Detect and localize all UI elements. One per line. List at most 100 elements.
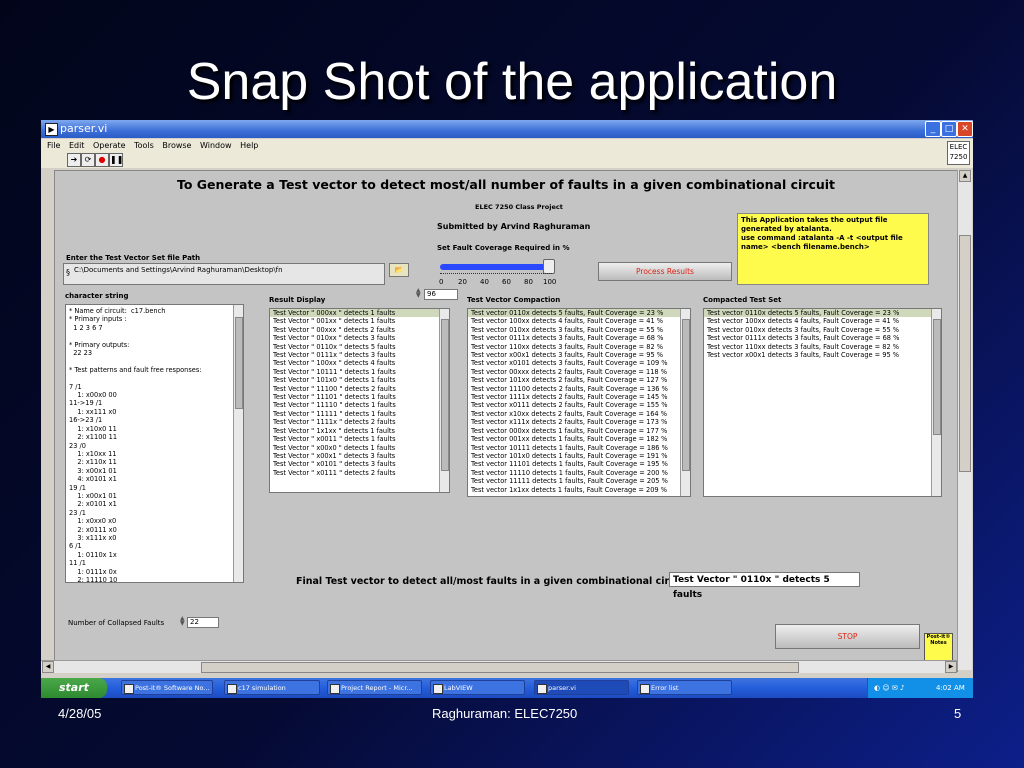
list-item[interactable]: Test vector x10xx detects 2 faults, Faul… xyxy=(468,410,690,418)
list-item[interactable]: Test Vector " 100xx " detects 4 faults xyxy=(270,359,449,367)
scroll-thumb[interactable] xyxy=(235,317,243,409)
list-item[interactable]: Test vector 0111x detects 3 faults, Faul… xyxy=(704,334,941,342)
task-error-list[interactable]: Error list xyxy=(637,680,732,695)
list-item[interactable]: Test vector 101x0 detects 1 faults, Faul… xyxy=(468,452,690,460)
menu-window[interactable]: Window xyxy=(200,141,232,150)
character-string-scrollbar[interactable] xyxy=(233,305,243,582)
list-item[interactable]: Test Vector " 101x0 " detects 1 faults xyxy=(270,376,449,384)
list-item[interactable]: Test Vector " x00x1 " detects 3 faults xyxy=(270,452,449,460)
close-button[interactable]: ✕ xyxy=(957,121,973,137)
coverage-input[interactable]: 96 xyxy=(424,289,458,300)
menu-tools[interactable]: Tools xyxy=(134,141,154,150)
list-item[interactable]: Test vector 100xx detects 4 faults, Faul… xyxy=(704,317,941,325)
list-item[interactable]: Test vector 100xx detects 4 faults, Faul… xyxy=(468,317,690,325)
browse-folder-button[interactable]: 📂 xyxy=(389,263,409,277)
list-item[interactable]: Test Vector " 1111x " detects 2 faults xyxy=(270,418,449,426)
scroll-right-icon[interactable]: ▶ xyxy=(945,661,957,673)
window-horizontal-scrollbar[interactable]: ◀ ▶ xyxy=(41,660,957,673)
compacted-test-set-list[interactable]: Test vector 0110x detects 5 faults, Faul… xyxy=(703,308,942,497)
list-item[interactable]: Test vector 11111 detects 1 faults, Faul… xyxy=(468,477,690,485)
list-item[interactable]: Test vector 1111x detects 2 faults, Faul… xyxy=(468,393,690,401)
list-item[interactable]: Test Vector " x0111 " detects 2 faults xyxy=(270,469,449,477)
list-item[interactable]: Test vector 11101 detects 1 faults, Faul… xyxy=(468,460,690,468)
abort-icon[interactable]: ● xyxy=(95,153,109,167)
list-item[interactable]: Test Vector " 001xx " detects 1 faults xyxy=(270,317,449,325)
scroll-left-icon[interactable]: ◀ xyxy=(42,661,54,673)
run-arrow-icon[interactable]: ➔ xyxy=(67,153,81,167)
list-item[interactable]: Test vector 00xxx detects 2 faults, Faul… xyxy=(468,368,690,376)
list-item[interactable]: Test Vector " 010xx " detects 3 faults xyxy=(270,334,449,342)
window-vertical-scrollbar[interactable]: ▲ xyxy=(957,170,972,670)
list-item[interactable]: Test vector x0101 detects 3 faults, Faul… xyxy=(468,359,690,367)
start-button[interactable]: start xyxy=(41,678,107,698)
task-c17-simulation[interactable]: c17 simulation xyxy=(224,680,320,695)
list-item[interactable]: Test Vector " 1x1xx " detects 1 faults xyxy=(270,427,449,435)
list-item[interactable]: Test vector 110xx detects 3 faults, Faul… xyxy=(704,343,941,351)
list-item[interactable]: Test vector x00x1 detects 3 faults, Faul… xyxy=(704,351,941,359)
task-parser-vi[interactable]: parser.vi xyxy=(534,680,629,695)
list-item[interactable]: Test vector 0111x detects 3 faults, Faul… xyxy=(468,334,690,342)
list-item[interactable]: Test Vector " 0111x " detects 3 faults xyxy=(270,351,449,359)
scroll-thumb[interactable] xyxy=(201,662,799,673)
path-input[interactable]: § C:\Documents and Settings\Arvind Raghu… xyxy=(63,263,385,285)
scroll-thumb[interactable] xyxy=(441,319,449,471)
fault-coverage-slider[interactable] xyxy=(440,264,552,270)
list-item[interactable]: Test vector 0110x detects 5 faults, Faul… xyxy=(704,309,941,318)
menu-browse[interactable]: Browse xyxy=(162,141,191,150)
list-item[interactable]: Test vector x111x detects 2 faults, Faul… xyxy=(468,418,690,426)
scroll-thumb[interactable] xyxy=(959,235,971,472)
task-labview[interactable]: LabVIEW xyxy=(430,680,525,695)
list-item[interactable]: Test Vector " 000xx " detects 1 faults xyxy=(270,309,449,318)
list-item[interactable]: Test vector x00x1 detects 3 faults, Faul… xyxy=(468,351,690,359)
maximize-button[interactable]: □ xyxy=(941,121,957,137)
list-item[interactable]: Test vector x0111 detects 2 faults, Faul… xyxy=(468,401,690,409)
list-item[interactable]: Test Vector " 11111 " detects 1 faults xyxy=(270,410,449,418)
run-continuous-icon[interactable]: ⟳ xyxy=(81,153,95,167)
task-project-report[interactable]: Project Report - Micr... xyxy=(327,680,422,695)
scroll-thumb[interactable] xyxy=(682,319,690,471)
list-item[interactable]: Test Vector " x0101 " detects 3 faults xyxy=(270,460,449,468)
stop-button[interactable]: STOP xyxy=(775,624,920,649)
list-item[interactable]: Test vector 000xx detects 1 faults, Faul… xyxy=(468,427,690,435)
list-item[interactable]: Test vector 11100 detects 2 faults, Faul… xyxy=(468,385,690,393)
list-item[interactable]: Test vector 1x1xx detects 1 faults, Faul… xyxy=(468,486,690,494)
list-item[interactable]: Test vector 010xx detects 3 faults, Faul… xyxy=(704,326,941,334)
scroll-up-icon[interactable]: ▲ xyxy=(959,170,971,182)
list-item[interactable]: Test Vector " 11101 " detects 1 faults xyxy=(270,393,449,401)
result-display-scrollbar[interactable] xyxy=(439,309,449,492)
collapsed-spinner[interactable]: ▲ ▼ xyxy=(180,616,186,627)
menu-file[interactable]: File xyxy=(47,141,60,150)
list-item[interactable]: Test Vector " 10111 " detects 1 faults xyxy=(270,368,449,376)
list-item[interactable]: Test vector 110xx detects 3 faults, Faul… xyxy=(468,343,690,351)
list-item[interactable]: Test vector 0110x detects 5 faults, Faul… xyxy=(468,309,690,318)
list-item[interactable]: Test vector 010xx detects 3 faults, Faul… xyxy=(468,326,690,334)
compaction-scrollbar[interactable] xyxy=(680,309,690,496)
list-item[interactable]: Test vector 001xx detects 1 faults, Faul… xyxy=(468,435,690,443)
pause-icon[interactable]: ❚❚ xyxy=(109,153,123,167)
list-item[interactable]: Test Vector " 0110x " detects 5 faults xyxy=(270,343,449,351)
list-item[interactable]: Test vector 101xx detects 2 faults, Faul… xyxy=(468,376,690,384)
process-results-button[interactable]: Process Results xyxy=(598,262,732,281)
list-item[interactable]: Test vector 10111 detects 1 faults, Faul… xyxy=(468,444,690,452)
list-item[interactable]: Test Vector " 00xxx " detects 2 faults xyxy=(270,326,449,334)
scroll-thumb[interactable] xyxy=(933,319,941,435)
result-display-list[interactable]: Test Vector " 000xx " detects 1 faults Te… xyxy=(269,308,450,493)
menu-edit[interactable]: Edit xyxy=(69,141,85,150)
list-item[interactable]: Test Vector " x0011 " detects 1 faults xyxy=(270,435,449,443)
window-titlebar[interactable]: ▶ parser.vi _ □ ✕ xyxy=(41,120,973,138)
character-string-box[interactable]: * Name of circuit: c17.bench * Primary i… xyxy=(65,304,244,583)
slider-thumb[interactable] xyxy=(542,259,555,274)
coverage-spinner[interactable]: ▲ ▼ xyxy=(416,288,422,299)
task-postit[interactable]: Post-it® Software No... xyxy=(121,680,213,695)
minimize-button[interactable]: _ xyxy=(925,121,941,137)
list-item[interactable]: Test Vector " 11110 " detects 1 faults xyxy=(270,401,449,409)
tray-icons[interactable]: ◐ ☺ ✉ ♪ xyxy=(874,678,904,698)
compacted-scrollbar[interactable] xyxy=(931,309,941,496)
list-item[interactable]: Test vector 11110 detects 1 faults, Faul… xyxy=(468,469,690,477)
menu-operate[interactable]: Operate xyxy=(93,141,126,150)
compaction-list[interactable]: Test vector 0110x detects 5 faults, Faul… xyxy=(467,308,691,497)
list-item[interactable]: Test Vector " 11100 " detects 2 faults xyxy=(270,385,449,393)
list-item[interactable]: Test Vector " x00x0 " detects 1 faults xyxy=(270,444,449,452)
postit-notes-icon[interactable]: Post-it® Notes xyxy=(924,633,953,661)
menu-help[interactable]: Help xyxy=(240,141,258,150)
